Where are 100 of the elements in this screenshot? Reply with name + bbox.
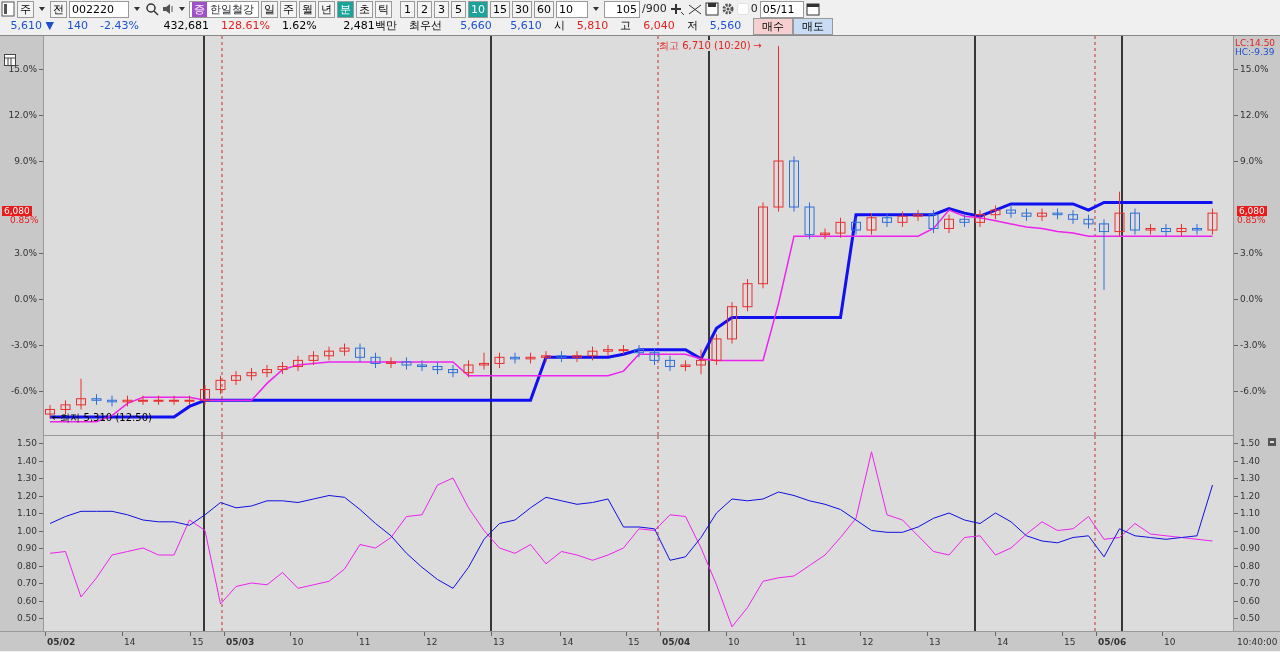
- period-tab[interactable]: 일: [261, 0, 278, 18]
- candle: [60, 399, 71, 415]
- candle: [200, 384, 210, 406]
- time-label: 12: [426, 637, 438, 647]
- candle: [1192, 223, 1202, 236]
- candle: [804, 201, 815, 240]
- axis-label: 1.10: [1240, 508, 1261, 518]
- axis-label: 12.0%: [1240, 110, 1269, 120]
- candle: [742, 278, 753, 312]
- axis-label: 0.90: [16, 543, 37, 553]
- period-tab[interactable]: 월: [299, 0, 316, 18]
- calendar-icon[interactable]: [805, 1, 820, 17]
- interval-tab[interactable]: 5: [451, 0, 466, 18]
- interval-tab[interactable]: 1: [400, 0, 415, 18]
- settings-icon[interactable]: [720, 1, 735, 17]
- axis-label: 1.20: [1240, 490, 1261, 501]
- grid-icon[interactable]: [4, 54, 16, 66]
- interval-tab[interactable]: 15: [490, 0, 510, 18]
- limit-label: HC:-9.39: [1235, 47, 1275, 58]
- market-dropdown[interactable]: 주: [17, 0, 34, 18]
- candle: [603, 344, 613, 357]
- quote-value: 140: [66, 18, 89, 35]
- time-label: 13: [493, 637, 505, 647]
- axis-label: 1.50: [1240, 438, 1261, 448]
- period-tab[interactable]: 틱: [375, 0, 392, 18]
- interval-tab[interactable]: 3: [434, 0, 449, 18]
- candle: [1052, 208, 1063, 220]
- layout-icon[interactable]: [1, 1, 15, 17]
- option-label: 0: [750, 0, 758, 17]
- candle: [727, 301, 737, 344]
- candle: [169, 395, 179, 406]
- high-price-note: 최고 6,710 (10:20): [659, 40, 751, 51]
- candle: [1130, 208, 1140, 236]
- candle: [618, 344, 629, 355]
- candle: [246, 367, 257, 381]
- crosshair-icon[interactable]: [668, 1, 685, 17]
- time-label: 13: [929, 637, 941, 647]
- rate-marker: 0.85%: [1237, 215, 1266, 226]
- interval-tab[interactable]: 2: [417, 0, 432, 18]
- quote-value: 최우선: [407, 18, 443, 35]
- candle: [897, 211, 908, 228]
- time-label: 12: [862, 637, 874, 647]
- candle: [789, 155, 799, 213]
- sell-button[interactable]: 매도: [792, 18, 833, 35]
- candle: [277, 361, 288, 375]
- candle: [432, 361, 443, 375]
- speaker-icon[interactable]: [161, 1, 175, 17]
- time-label: 15: [1064, 637, 1076, 647]
- axis-label: 0.80: [1240, 560, 1261, 571]
- axis-label: 0.50: [16, 613, 37, 624]
- candle: [525, 352, 536, 364]
- candle: [990, 205, 1001, 220]
- count-field[interactable]: 10: [556, 0, 588, 18]
- candle: [944, 214, 954, 234]
- interval-tab[interactable]: 60: [534, 0, 554, 18]
- date-field[interactable]: 05/11: [759, 0, 804, 18]
- time-label: 14: [997, 637, 1009, 647]
- collapse-icon[interactable]: [1268, 438, 1276, 446]
- quote-value: 5,560: [708, 18, 743, 35]
- limit-label: LC:14.50: [1235, 38, 1276, 48]
- candle: [1176, 223, 1187, 237]
- candle: [339, 343, 350, 357]
- stock-name-field[interactable]: 증 한일철강: [189, 0, 259, 18]
- axis-label: 1.10: [16, 508, 37, 518]
- save-icon[interactable]: [704, 1, 719, 17]
- candle: [711, 333, 722, 366]
- code-field[interactable]: 002220: [69, 0, 129, 18]
- candle: [1068, 209, 1078, 225]
- time-label: 11: [359, 637, 371, 647]
- time-label: 10:40:00: [1237, 637, 1278, 647]
- candle: [262, 364, 272, 378]
- candle: [556, 350, 567, 363]
- candle: [308, 350, 319, 366]
- visible-count-field[interactable]: 105: [604, 0, 640, 18]
- axis-label: 12.0%: [8, 110, 37, 120]
- buy-button[interactable]: 매수: [752, 18, 793, 35]
- period-tab[interactable]: 년: [318, 0, 335, 18]
- axis-label: 1.30: [16, 473, 37, 483]
- axis-label: 0.70: [16, 578, 37, 589]
- candle: [370, 352, 381, 369]
- search-icon[interactable]: [145, 1, 159, 17]
- axis-label: 3.0%: [14, 248, 37, 258]
- time-label: 10: [1164, 637, 1176, 647]
- scope-button[interactable]: 전: [50, 0, 67, 18]
- interval-tab[interactable]: 30: [512, 0, 532, 18]
- axis-label: 0.70: [1240, 578, 1261, 589]
- candle: [866, 212, 877, 236]
- option-checkbox[interactable]: [736, 3, 749, 15]
- price-marker: 6,080: [2, 206, 32, 216]
- market-badge: 증: [192, 1, 207, 17]
- arrow-icon: →: [753, 40, 762, 51]
- candle: [386, 356, 396, 369]
- price-marker: 6,080: [1237, 206, 1267, 216]
- period-tab[interactable]: 주: [280, 0, 297, 18]
- period-tab[interactable]: 초: [356, 0, 373, 18]
- quote-value: 128.61%: [219, 18, 271, 35]
- time-label: 11: [795, 637, 807, 647]
- quote-value: 432,681: [162, 18, 210, 35]
- axis-label: 1.30: [1240, 473, 1261, 483]
- candle: [138, 395, 148, 406]
